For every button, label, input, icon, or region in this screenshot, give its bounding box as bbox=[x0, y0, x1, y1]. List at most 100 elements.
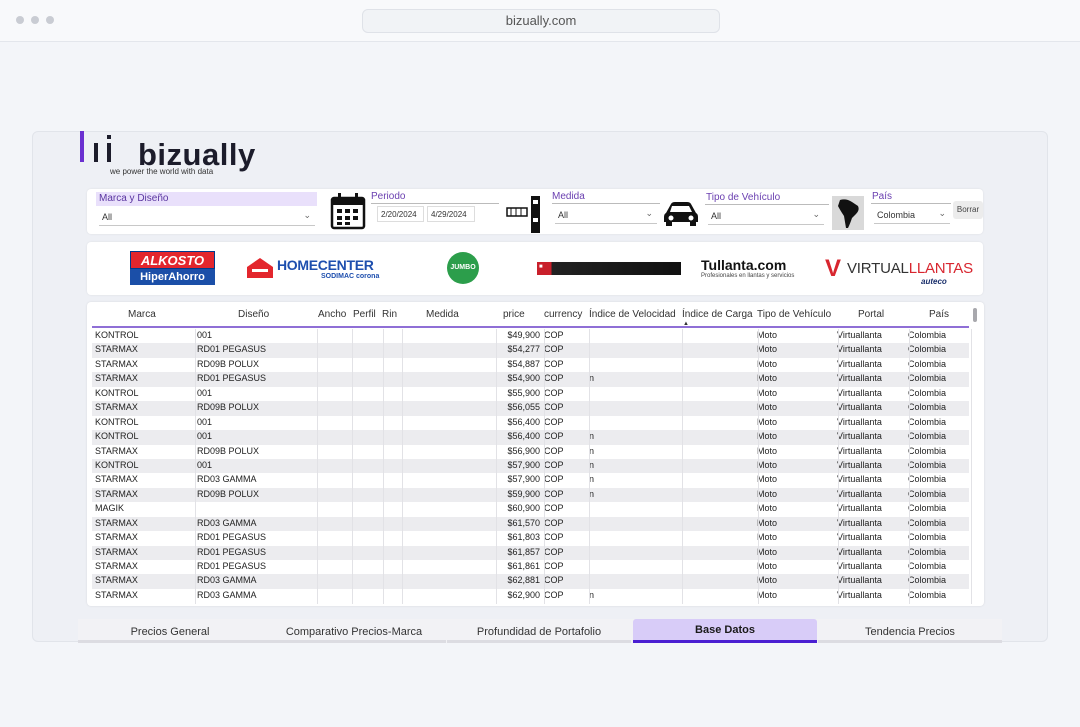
cell-price: $56,400 bbox=[507, 416, 540, 427]
cell-currency: COP bbox=[544, 402, 564, 413]
column-divider bbox=[758, 329, 759, 604]
window-dot-close[interactable] bbox=[16, 16, 24, 24]
virtuallantas-logo[interactable]: V VIRTUALLLANTAS auteco bbox=[825, 253, 975, 286]
cell-tipo-vehiculo: Moto bbox=[757, 517, 778, 528]
marca-select[interactable]: All ⌄ bbox=[99, 208, 315, 226]
tullanta-logo[interactable]: Tullanta.com Profesionales en llantas y … bbox=[701, 257, 806, 283]
column-header-indice-velocidad[interactable]: Índice de Velocidad bbox=[589, 309, 676, 320]
cell-tipo-vehiculo: Moto bbox=[757, 373, 778, 384]
cell-pais: Colombia bbox=[908, 503, 947, 514]
column-header-tipo-vehiculo[interactable]: Tipo de Vehículo bbox=[757, 309, 831, 320]
column-header-perfil[interactable]: Perfil bbox=[353, 309, 376, 320]
column-header-medida[interactable]: Medida bbox=[426, 309, 459, 320]
pais-select[interactable]: Colombia ⌄ bbox=[874, 206, 950, 224]
cell-pais: Colombia bbox=[908, 488, 947, 499]
column-divider bbox=[383, 329, 384, 604]
cell-portal: Virtuallanta bbox=[837, 344, 882, 355]
auteco-subtitle: auteco bbox=[921, 277, 947, 286]
medida-select[interactable]: All ⌄ bbox=[555, 206, 657, 224]
column-header-marca[interactable]: Marca bbox=[128, 309, 156, 320]
page-tabs: Precios General Comparativo Precios-Marca… bbox=[78, 619, 1002, 643]
cell-price: $57,900 bbox=[507, 459, 540, 470]
cell-tipo-vehiculo: Moto bbox=[757, 402, 778, 413]
cell-pais: Colombia bbox=[908, 459, 947, 470]
cell-pais: Colombia bbox=[908, 330, 947, 340]
cell-currency: COP bbox=[544, 344, 564, 355]
cell-portal: Virtuallanta bbox=[837, 373, 882, 384]
tipo-select[interactable]: All ⌄ bbox=[708, 207, 824, 225]
cell-tipo-vehiculo: Moto bbox=[757, 561, 778, 571]
cell-marca: STARMAX bbox=[95, 402, 138, 413]
cell-tipo-vehiculo: Moto bbox=[757, 445, 778, 456]
jumbo-logo[interactable]: JUMBO bbox=[447, 252, 479, 284]
address-bar[interactable]: bizually.com bbox=[362, 9, 720, 33]
virtuallantas-wordmark-b: LLANTAS bbox=[908, 260, 973, 277]
llantas-banner-logo[interactable]: ■ bbox=[537, 262, 681, 275]
logo-tagline: we power the world with data bbox=[110, 167, 214, 176]
calendar-icon bbox=[330, 193, 366, 230]
column-header-currency[interactable]: currency bbox=[544, 309, 582, 320]
column-header-ancho[interactable]: Ancho bbox=[318, 309, 346, 320]
cell-price: $56,055 bbox=[507, 402, 540, 413]
cell-portal: Virtuallanta bbox=[837, 474, 882, 485]
pais-underline bbox=[871, 203, 951, 204]
cell-diseno: RD03 GAMMA bbox=[197, 575, 257, 586]
cell-diseno: RD03 GAMMA bbox=[197, 517, 257, 528]
cell-pais: Colombia bbox=[908, 344, 947, 355]
cell-pais: Colombia bbox=[908, 474, 947, 485]
cell-portal: Virtuallanta bbox=[837, 532, 882, 543]
cell-diseno: 001 bbox=[197, 416, 213, 427]
tab-precios-general[interactable]: Precios General bbox=[78, 619, 262, 643]
cell-pais: Colombia bbox=[908, 445, 947, 456]
logo-bars-icon bbox=[80, 131, 111, 162]
cell-diseno: RD01 PEGASUS bbox=[197, 546, 267, 557]
column-divider bbox=[589, 329, 590, 604]
column-header-rin[interactable]: Rin bbox=[382, 309, 397, 320]
column-divider bbox=[971, 329, 972, 604]
cell-price: $60,900 bbox=[507, 503, 540, 514]
cell-marca: STARMAX bbox=[95, 517, 138, 528]
virtuallantas-v-icon: V bbox=[825, 255, 842, 282]
cell-marca: MAGIK bbox=[95, 503, 125, 514]
cell-price: $62,900 bbox=[507, 589, 540, 600]
column-header-pais[interactable]: País bbox=[929, 309, 949, 320]
virtuallantas-wordmark-a: VIRTUAL bbox=[847, 260, 909, 277]
cell-currency: COP bbox=[544, 459, 564, 470]
cell-diseno: RD09B POLUX bbox=[197, 445, 260, 456]
tab-profundidad-portafolio[interactable]: Profundidad de Portafolio bbox=[447, 619, 631, 643]
column-header-diseno[interactable]: Diseño bbox=[238, 309, 269, 320]
scrollbar-thumb[interactable] bbox=[973, 308, 977, 322]
tab-base-datos[interactable]: Base Datos bbox=[633, 619, 817, 643]
cell-marca: KONTROL bbox=[95, 387, 139, 398]
window-dot-maximize[interactable] bbox=[46, 16, 54, 24]
periodo-end-input[interactable]: 4/29/2024 bbox=[427, 206, 475, 222]
cell-tipo-vehiculo: Moto bbox=[757, 459, 778, 470]
tab-comparativo-precios-marca[interactable]: Comparativo Precios-Marca bbox=[262, 619, 446, 643]
alkosto-logo[interactable]: ALKOSTO HiperAhorro bbox=[130, 251, 215, 286]
cell-currency: COP bbox=[544, 517, 564, 528]
homecenter-logo[interactable]: HOMECENTER SODIMAC corona bbox=[245, 256, 390, 282]
tab-tendencia-precios[interactable]: Tendencia Precios bbox=[818, 619, 1002, 643]
cell-currency: COP bbox=[544, 387, 564, 398]
window-dot-minimize[interactable] bbox=[31, 16, 39, 24]
virtuallantas-wordmark: VIRTUALLLANTAS bbox=[847, 260, 973, 277]
table-scrollbar[interactable] bbox=[973, 306, 978, 601]
cell-currency: COP bbox=[544, 546, 564, 557]
cell-price: $56,400 bbox=[507, 431, 540, 442]
cell-price: $49,900 bbox=[507, 330, 540, 340]
borrar-button[interactable]: Borrar bbox=[953, 201, 983, 219]
column-header-price[interactable]: price bbox=[503, 309, 525, 320]
cell-marca: STARMAX bbox=[95, 358, 138, 369]
periodo-start-input[interactable]: 2/20/2024 bbox=[377, 206, 424, 222]
column-divider bbox=[682, 329, 683, 604]
cell-pais: Colombia bbox=[908, 387, 947, 398]
sort-ascending-icon[interactable]: ▲ bbox=[683, 321, 689, 327]
cell-marca: KONTROL bbox=[95, 330, 139, 340]
cell-price: $61,570 bbox=[507, 517, 540, 528]
column-header-indice-carga[interactable]: Índice de Carga bbox=[682, 309, 753, 320]
cell-pais: Colombia bbox=[908, 589, 947, 600]
cell-marca: STARMAX bbox=[95, 575, 138, 586]
column-header-portal[interactable]: Portal bbox=[858, 309, 884, 320]
cell-tipo-vehiculo: Moto bbox=[757, 474, 778, 485]
cell-marca: STARMAX bbox=[95, 373, 138, 384]
